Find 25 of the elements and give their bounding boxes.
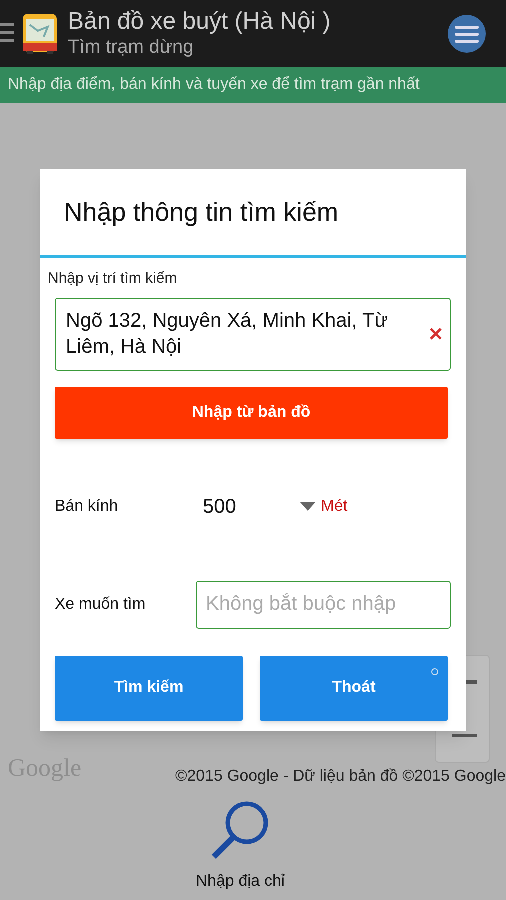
address-button[interactable]: Nhập địa chỉ	[196, 800, 285, 894]
radius-label: Bán kính	[55, 496, 120, 516]
dialog-title: Nhập thông tin tìm kiếm	[64, 196, 339, 228]
dash-icon[interactable]	[465, 680, 477, 685]
bus-label: Xe muốn tìm	[55, 594, 147, 614]
ring-icon	[431, 668, 439, 676]
app-subtitle: Tìm trạm dừng	[68, 36, 195, 60]
radius-dropdown[interactable]: 500	[203, 492, 321, 522]
radius-unit: Mét	[321, 496, 348, 516]
map-button[interactable]: Nhập từ bản đồ	[55, 386, 448, 438]
minus-icon[interactable]	[452, 734, 477, 738]
location-label: Nhập vị trí tìm kiếm	[48, 269, 178, 289]
location-field[interactable]: Ngõ 132, Nguyên Xá, Minh Khai, Từ Liêm, Hà Nội	[55, 298, 451, 370]
exit-button[interactable]: Thoát	[260, 656, 448, 720]
search-icon	[210, 800, 270, 862]
app-title: Bản đồ xe buýt (Hà Nội )	[68, 8, 331, 36]
map-attribution: ©2015 Google - Dữ liệu bản đồ ©2015 Google	[175, 767, 506, 787]
bus-icon	[22, 13, 58, 55]
menu-button[interactable]	[448, 15, 486, 53]
caret-icon	[300, 502, 316, 511]
search-button[interactable]: Tìm kiếm	[55, 656, 243, 720]
menu-icon[interactable]	[0, 22, 14, 44]
clear-icon[interactable]	[430, 328, 442, 340]
info-banner: Nhập địa điểm, bán kính và tuyến xe để tìm trạm gần nhất	[0, 67, 506, 103]
bus-field[interactable]: Không bắt buộc nhập	[196, 580, 451, 628]
